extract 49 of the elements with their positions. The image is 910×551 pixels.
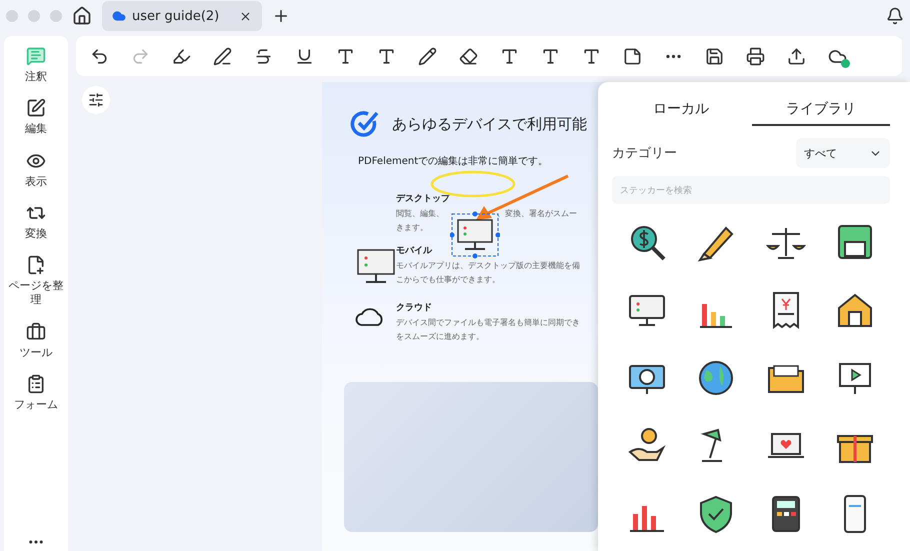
save-icon[interactable] [705,46,724,66]
settings-sliders-icon[interactable] [82,86,110,114]
pencil-icon[interactable] [418,46,437,66]
section-heading: モバイル [396,246,432,257]
speech-bubble-icon [26,46,46,66]
body-text: 閲覧、編集、 [396,208,444,219]
sticker-search-field[interactable]: ステッカーを検索 [612,176,890,204]
sidebar-item[interactable]: ツール [4,322,68,360]
body-text: モバイルアプリは、デスクトップ版の主要機能を備 [396,260,580,271]
sidebar-item[interactable]: 編集 [4,98,68,137]
cloud-icon [355,305,385,327]
sidebar-item[interactable]: フォーム [4,374,68,412]
panel-tab[interactable]: ライブラリ [752,82,890,126]
monitor-sticker-selected[interactable] [450,210,500,260]
section-heading: クラウド [396,303,432,314]
cloud-icon [112,9,126,23]
highlighter-icon[interactable] [172,46,191,66]
close-icon[interactable] [239,10,252,22]
add-page-icon [26,255,46,276]
strikethrough-icon[interactable] [254,46,273,66]
checkmark-circle-icon [350,109,380,139]
print-icon[interactable] [746,46,765,66]
body-text: デバイス間でファイルも電子署名も簡単に同期でき [396,317,580,328]
category-dropdown[interactable]: すべて [796,138,890,168]
bell-icon[interactable] [886,7,904,25]
intro-text: PDFelementでの編集は非常に簡単です。 [358,154,548,168]
edit-icon [26,98,46,118]
eraser-icon[interactable] [459,46,478,66]
home-icon[interactable] [72,6,92,26]
undo-icon[interactable] [90,46,109,66]
document-title: あらゆるデバイスで利用可能 [392,114,587,134]
text-icon[interactable] [500,46,519,66]
sidebar-item[interactable]: 注釈 [4,46,68,84]
sidebar-item[interactable]: 変換 [4,202,68,242]
category-label: カテゴリー [612,145,677,162]
sidebar-item[interactable]: 表示 [4,150,68,189]
briefcase-icon [26,322,46,342]
document-tab[interactable]: user guide(2) [102,1,262,31]
panel-tab[interactable]: ローカル [612,82,750,126]
form-icon [26,374,46,394]
body-text: 、変換、署名がスムー [497,208,577,219]
underline-icon[interactable] [295,46,314,66]
body-text: をスムーズに進めます。 [396,331,484,342]
upload-icon[interactable] [787,46,806,66]
note-icon[interactable] [623,46,642,66]
body-text: きます。 [396,222,428,233]
sidebar-item[interactable]: ページを整理 [4,255,68,308]
body-text: こからでも仕事ができます。 [396,274,500,285]
new-tab-icon[interactable] [272,7,290,25]
